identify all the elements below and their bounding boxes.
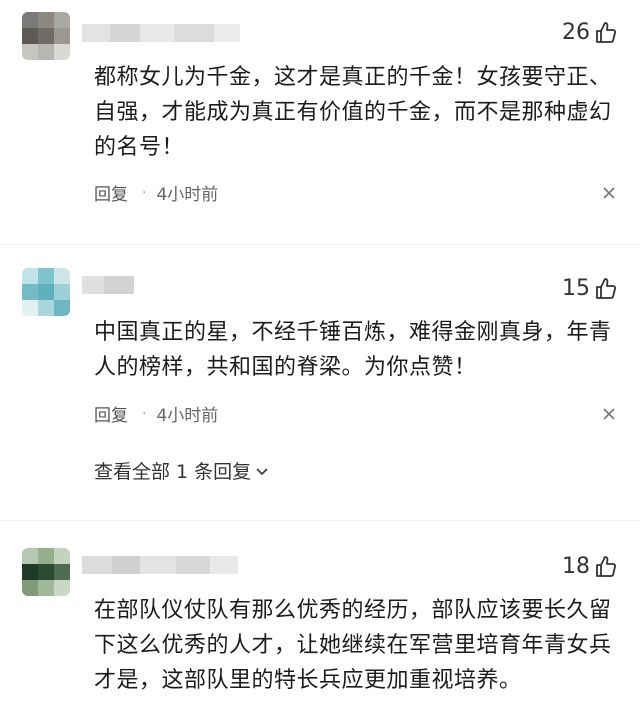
close-icon[interactable]	[602, 407, 616, 421]
avatar[interactable]	[22, 268, 70, 316]
avatar[interactable]	[22, 548, 70, 596]
reply-button[interactable]: 回复	[94, 180, 128, 205]
divider	[0, 244, 640, 245]
username-redacted[interactable]	[82, 276, 134, 294]
like-counter[interactable]: 15	[562, 276, 618, 301]
like-counter[interactable]: 18	[562, 554, 618, 579]
thumbs-up-icon	[596, 555, 617, 577]
meta-separator: ·	[142, 405, 147, 422]
comment-meta: 回复 · 4小时前	[94, 401, 219, 427]
chevron-down-icon	[256, 467, 268, 475]
thumbs-up-icon	[596, 21, 617, 43]
thumbs-up-icon	[596, 277, 617, 299]
like-count: 26	[562, 20, 590, 45]
view-all-replies-link[interactable]: 查看全部 1 条回复	[94, 457, 269, 484]
meta-separator: ·	[142, 184, 147, 201]
close-icon[interactable]	[602, 186, 616, 200]
comment-text: 在部队仪仗队有那么优秀的经历，部队应该要长久留下这么优秀的人才，让她继续在军营里…	[94, 598, 612, 693]
like-count: 18	[562, 554, 590, 579]
username-redacted[interactable]	[82, 556, 238, 574]
username-redacted[interactable]	[82, 24, 240, 42]
avatar[interactable]	[22, 12, 70, 60]
like-counter[interactable]: 26	[562, 20, 618, 45]
timestamp: 4小时前	[156, 185, 219, 205]
reply-button[interactable]: 回复	[94, 401, 128, 426]
like-count: 15	[562, 276, 590, 301]
view-replies-label: 查看全部 1 条回复	[94, 461, 252, 483]
comment-text: 中国真正的星，不经千锤百炼，难得金刚真身，年青人的榜样，共和国的脊梁。为你点赞！	[94, 320, 612, 380]
timestamp: 4小时前	[156, 406, 219, 426]
comment-meta: 回复 · 4小时前	[94, 180, 219, 206]
divider	[0, 520, 640, 521]
comment-text: 都称女儿为千金，这才是真正的千金！女孩要守正、自强，才能成为真正有价值的千金，而…	[94, 65, 612, 160]
